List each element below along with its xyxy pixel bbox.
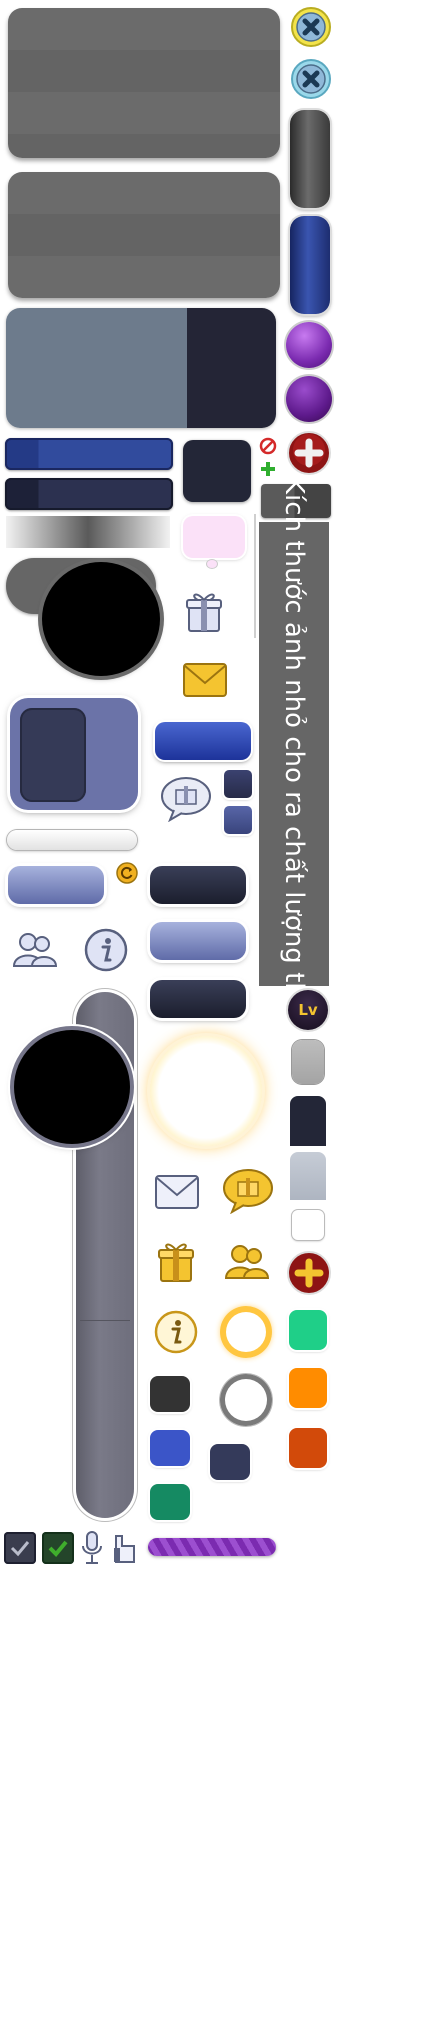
- pointer-hand-button[interactable]: [110, 1532, 138, 1566]
- green-plus-icon: [259, 460, 277, 478]
- red-plus-button[interactable]: [286, 430, 332, 476]
- blue-progress-bar: [5, 438, 173, 470]
- striped-panel-2: [8, 172, 280, 298]
- mail-icon: [183, 663, 227, 697]
- dark-progress-bar: [5, 478, 173, 510]
- gift-bubble-icon: [223, 1169, 273, 1214]
- plus-icon: [287, 431, 331, 475]
- mail-icon: [155, 1175, 199, 1209]
- navy-small-square-2[interactable]: [224, 806, 252, 834]
- close-yellow-button[interactable]: [290, 6, 332, 48]
- mic-button[interactable]: [80, 1530, 104, 1566]
- friends-gold-button[interactable]: [224, 1242, 270, 1282]
- striped-panel-1: [8, 8, 280, 158]
- navy-button-2[interactable]: [150, 980, 246, 1018]
- level-badge: Lv: [288, 990, 328, 1030]
- refresh-button[interactable]: [116, 862, 138, 884]
- glow-ring: [150, 1036, 262, 1146]
- info-icon: [154, 1310, 198, 1354]
- pink-speech-bubble: [183, 516, 245, 558]
- info-gold-button[interactable]: [154, 1310, 198, 1354]
- watermark-box: Kích thước ảnh nhỏ cho ra chất lượng thấ…: [259, 476, 329, 1032]
- purple-orb-2[interactable]: [286, 376, 332, 422]
- gift-icon: [186, 593, 222, 632]
- purple-orb-1[interactable]: [286, 322, 332, 368]
- periwinkle-frame-inner: [20, 708, 86, 802]
- level-badge-label: Lv: [298, 1001, 318, 1019]
- navy-button-1[interactable]: [150, 866, 246, 904]
- silver-ring: [220, 1374, 272, 1426]
- info-button[interactable]: [84, 928, 128, 972]
- vertical-divider: [254, 514, 256, 638]
- refresh-icon: [116, 862, 138, 884]
- navy-square-tile[interactable]: [183, 440, 251, 502]
- royal-blue-button[interactable]: [155, 722, 251, 760]
- friends-icon: [12, 933, 58, 967]
- rust-tile[interactable]: [289, 1428, 327, 1468]
- friends-button[interactable]: [12, 930, 58, 970]
- avatar-black-circle[interactable]: [42, 562, 160, 676]
- gift-gold-button[interactable]: [156, 1238, 196, 1284]
- gift-bubble-button[interactable]: [160, 776, 212, 822]
- periwinkle-button-2[interactable]: [150, 922, 246, 960]
- mic-icon: [82, 1531, 102, 1564]
- gray-pill-small[interactable]: [292, 1040, 324, 1084]
- navy-tab-tile[interactable]: [290, 1096, 326, 1146]
- white-slider-bar[interactable]: [7, 830, 137, 850]
- navy-small-square-1[interactable]: [224, 770, 252, 798]
- white-tile[interactable]: [292, 1210, 324, 1240]
- orange-tile[interactable]: [289, 1368, 327, 1408]
- gift-bubble-gold-button[interactable]: [222, 1168, 274, 1214]
- speech-bubble-tail: [207, 560, 217, 568]
- gift-button[interactable]: [184, 588, 224, 634]
- close-cyan-button[interactable]: [290, 58, 332, 100]
- pointer-hand-icon: [114, 1535, 135, 1563]
- gift-bubble-icon: [161, 777, 211, 822]
- checkbox-checked[interactable]: [42, 1532, 74, 1564]
- blue-pill[interactable]: [290, 216, 330, 314]
- green-tile[interactable]: [289, 1310, 327, 1350]
- big-avatar-circle[interactable]: [14, 1030, 130, 1144]
- checkbox-unchecked[interactable]: [4, 1532, 36, 1564]
- tall-scroll-divider: [80, 1320, 130, 1321]
- blue-tile[interactable]: [150, 1430, 190, 1466]
- periwinkle-button-1[interactable]: [8, 866, 104, 904]
- check-icon: [48, 1540, 68, 1557]
- mail-white-button[interactable]: [154, 1174, 200, 1210]
- forbidden-icon: [259, 437, 277, 455]
- dark-gray-tile[interactable]: [150, 1376, 190, 1412]
- slate-navy-panel: [6, 308, 276, 428]
- check-icon: [10, 1541, 30, 1557]
- watermark-text: Kích thước ảnh nhỏ cho ra chất lượng thấ…: [279, 476, 309, 1032]
- mail-gold-button[interactable]: [182, 662, 228, 698]
- friends-icon: [224, 1245, 270, 1279]
- gold-ring: [220, 1306, 272, 1358]
- info-icon: [84, 928, 128, 972]
- teal-tile[interactable]: [150, 1484, 190, 1520]
- purple-progress-bar: [148, 1538, 276, 1556]
- dark-gray-pill[interactable]: [290, 110, 330, 208]
- plus-icon: [287, 1251, 331, 1295]
- close-cyan-icon: [291, 59, 331, 99]
- close-yellow-icon: [291, 7, 331, 47]
- gift-icon: [158, 1243, 194, 1282]
- gradient-fade-bar: [6, 516, 170, 548]
- silver-tab-tile[interactable]: [290, 1152, 326, 1200]
- navy-small-tile[interactable]: [210, 1444, 250, 1480]
- gold-plus-button[interactable]: [286, 1250, 332, 1296]
